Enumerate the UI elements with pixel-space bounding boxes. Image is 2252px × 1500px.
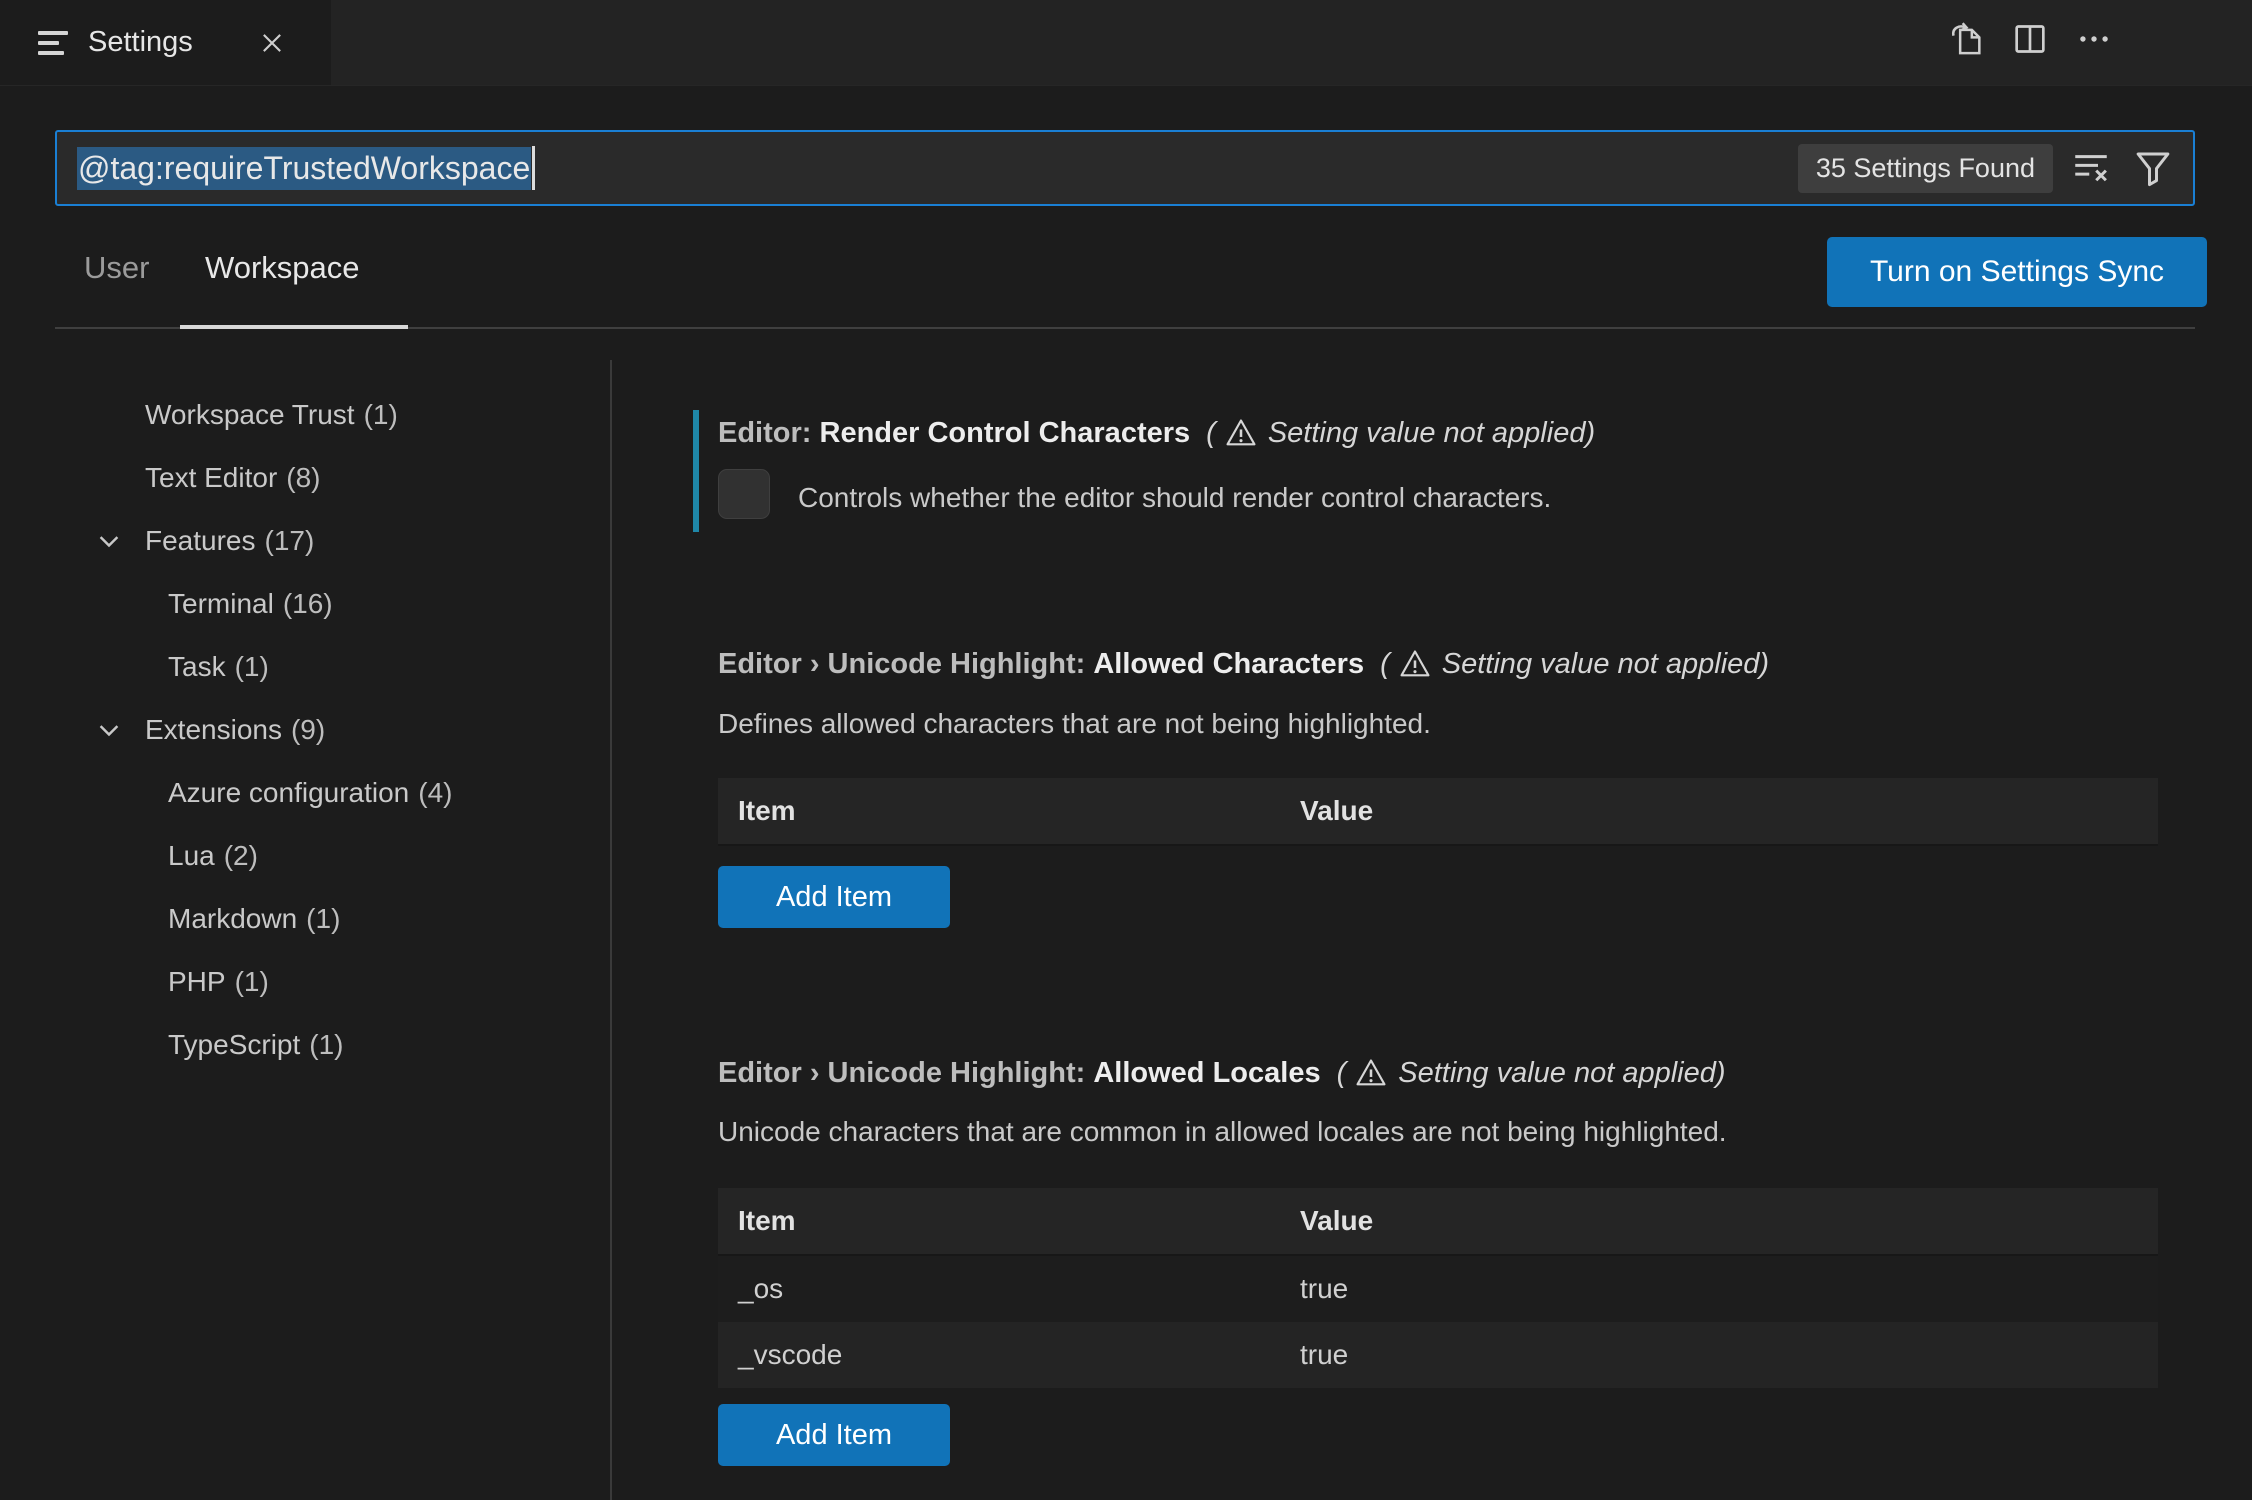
row-value: true bbox=[1300, 1273, 1349, 1304]
table-row[interactable]: _os true bbox=[718, 1256, 2158, 1322]
setting-warning: ( Setting value not applied) bbox=[1206, 416, 1596, 449]
sidebar-item-extensions[interactable]: Extensions (9) bbox=[85, 703, 565, 757]
item-count: (16) bbox=[282, 588, 333, 619]
row-value: true bbox=[1300, 1339, 1349, 1370]
sidebar-item-typescript[interactable]: TypeScript (1) bbox=[85, 1018, 565, 1072]
modified-setting-indicator bbox=[693, 410, 699, 532]
text-cursor bbox=[532, 146, 536, 190]
sidebar-item-features[interactable]: Features (17) bbox=[85, 514, 565, 568]
settings-search-input[interactable]: @tag:requireTrustedWorkspace 35 Settings… bbox=[55, 130, 2195, 206]
sidebar-item-php[interactable]: PHP (1) bbox=[85, 955, 565, 1009]
settings-list-icon bbox=[38, 30, 68, 55]
active-tab-underline bbox=[180, 325, 408, 329]
toc-content-divider bbox=[610, 360, 612, 1500]
item-count: (1) bbox=[234, 651, 269, 682]
add-item-button[interactable]: Add Item bbox=[718, 1404, 950, 1466]
setting-name: Allowed Locales bbox=[1093, 1056, 1321, 1089]
item-count: (8) bbox=[286, 462, 321, 493]
setting-name: Allowed Characters bbox=[1093, 647, 1365, 680]
row-item: _vscode bbox=[738, 1339, 843, 1370]
setting-title-render-control-characters: Editor: Render Control Characters ( Sett… bbox=[718, 412, 1595, 454]
column-header-item: Item bbox=[738, 795, 796, 826]
setting-name: Render Control Characters bbox=[819, 416, 1191, 449]
sidebar-item-task[interactable]: Task (1) bbox=[85, 640, 565, 694]
table-header: Item Value bbox=[718, 1188, 2158, 1256]
editor-actions bbox=[1946, 0, 2114, 78]
sidebar-item-terminal[interactable]: Terminal (16) bbox=[85, 577, 565, 631]
warning-icon bbox=[1226, 419, 1256, 446]
tab-user-settings[interactable]: User bbox=[84, 250, 149, 286]
tab-workspace-settings[interactable]: Workspace bbox=[205, 250, 360, 286]
close-tab-icon[interactable] bbox=[255, 26, 289, 60]
more-actions-icon[interactable] bbox=[2074, 19, 2114, 59]
chevron-down-icon[interactable] bbox=[95, 716, 123, 744]
filter-icon[interactable] bbox=[2129, 144, 2177, 192]
warning-icon bbox=[1400, 650, 1430, 677]
search-query: @tag:requireTrustedWorkspace bbox=[77, 146, 532, 190]
setting-category: Editor › Unicode Highlight: bbox=[718, 1056, 1094, 1089]
add-item-button[interactable]: Add Item bbox=[718, 866, 950, 928]
allowed-characters-table: Item Value bbox=[718, 778, 2158, 846]
table-row[interactable]: _vscode true bbox=[718, 1322, 2158, 1388]
allowed-locales-table: Item Value _os true _vscode true bbox=[718, 1188, 2158, 1388]
setting-category: Editor › Unicode Highlight: bbox=[718, 647, 1094, 680]
warning-icon bbox=[1356, 1059, 1386, 1086]
render-control-characters-checkbox[interactable] bbox=[718, 469, 770, 519]
chevron-down-icon[interactable] bbox=[95, 527, 123, 555]
setting-description: Defines allowed characters that are not … bbox=[718, 708, 1431, 739]
sidebar-item-lua[interactable]: Lua (2) bbox=[85, 829, 565, 883]
settings-tab[interactable]: Settings bbox=[0, 0, 331, 85]
tab-title: Settings bbox=[88, 26, 193, 58]
setting-description: Controls whether the editor should rende… bbox=[798, 482, 1552, 513]
vscode-settings-editor: Settings @tag:requireTrustedWorkspace 35… bbox=[0, 0, 2252, 1500]
column-header-item: Item bbox=[738, 1205, 796, 1236]
results-count-badge: 35 Settings Found bbox=[1797, 143, 2053, 193]
column-header-value: Value bbox=[1300, 1205, 1374, 1236]
item-count: (9) bbox=[290, 714, 326, 745]
split-editor-icon[interactable] bbox=[2010, 19, 2050, 59]
setting-warning: ( Setting value not applied) bbox=[1336, 1056, 1726, 1089]
sidebar-item-workspace-trust[interactable]: Workspace Trust (1) bbox=[85, 388, 565, 442]
sidebar-item-text-editor[interactable]: Text Editor (8) bbox=[85, 451, 565, 505]
sidebar-item-azure-configuration[interactable]: Azure configuration (4) bbox=[85, 766, 565, 820]
item-count: (17) bbox=[264, 525, 315, 556]
item-count: (1) bbox=[363, 399, 398, 430]
setting-description: Unicode characters that are common in al… bbox=[718, 1116, 1727, 1147]
setting-warning: ( Setting value not applied) bbox=[1380, 647, 1770, 680]
sidebar-item-markdown[interactable]: Markdown (1) bbox=[85, 892, 565, 946]
setting-title-allowed-locales: Editor › Unicode Highlight: Allowed Loca… bbox=[718, 1052, 1726, 1094]
row-item: _os bbox=[738, 1273, 784, 1304]
search-query-selected-text: @tag:requireTrustedWorkspace bbox=[77, 146, 532, 190]
open-settings-json-icon[interactable] bbox=[1946, 19, 1986, 59]
item-count: (4) bbox=[418, 777, 453, 808]
editor-tab-strip: Settings bbox=[0, 0, 2252, 86]
item-count: (1) bbox=[309, 1029, 344, 1060]
item-count: (2) bbox=[223, 840, 258, 871]
setting-category: Editor: bbox=[718, 416, 820, 449]
item-count: (1) bbox=[306, 903, 341, 934]
clear-settings-search-icon[interactable] bbox=[2067, 144, 2115, 192]
item-count: (1) bbox=[234, 966, 269, 997]
column-header-value: Value bbox=[1300, 795, 1374, 826]
turn-on-settings-sync-button[interactable]: Turn on Settings Sync bbox=[1827, 237, 2207, 307]
setting-title-allowed-characters: Editor › Unicode Highlight: Allowed Char… bbox=[718, 643, 1769, 685]
table-header: Item Value bbox=[718, 778, 2158, 846]
